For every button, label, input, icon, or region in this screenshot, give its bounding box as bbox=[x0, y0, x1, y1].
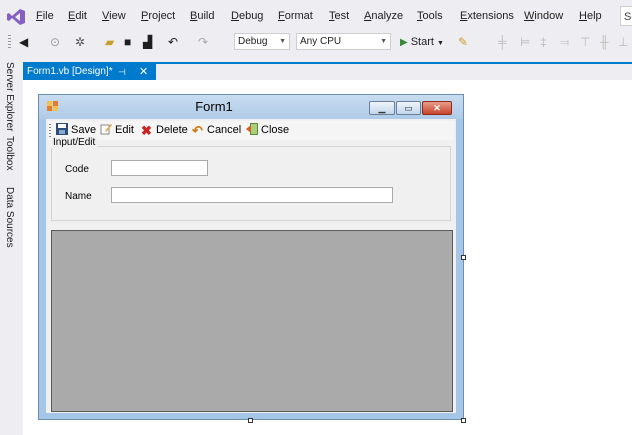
platform-value: Any CPU bbox=[300, 36, 342, 47]
code-label: Code bbox=[65, 164, 89, 175]
configuration-dropdown[interactable]: Debug ▼ bbox=[234, 33, 290, 50]
maximize-button[interactable]: ▭ bbox=[396, 101, 421, 115]
delete-icon: ✖ bbox=[141, 123, 152, 138]
code-input[interactable] bbox=[111, 160, 208, 176]
close-window-button[interactable]: ✕ bbox=[422, 101, 452, 115]
minimize-button[interactable]: ▁ bbox=[369, 101, 395, 115]
align-top-icon[interactable]: ⊤ bbox=[580, 34, 590, 50]
align-right-icon[interactable]: ⫤ bbox=[560, 34, 569, 50]
menu-analyze[interactable]: Analyze bbox=[364, 10, 403, 22]
search-box[interactable]: Se bbox=[620, 6, 632, 26]
start-label: Start bbox=[410, 36, 434, 48]
save-icon[interactable]: ■ bbox=[124, 34, 131, 50]
edit-icon bbox=[100, 124, 112, 135]
menu-bar: File Edit View Project Build Debug Forma… bbox=[0, 0, 632, 32]
open-folder-icon[interactable]: ▰ bbox=[105, 34, 114, 50]
close-label: Close bbox=[261, 124, 290, 136]
cancel-label: Cancel bbox=[207, 124, 242, 136]
menu-project[interactable]: Project bbox=[141, 10, 175, 22]
forward-icon[interactable]: ⊙ bbox=[50, 34, 60, 50]
align-center-icon[interactable]: ‡ bbox=[540, 34, 547, 50]
standard-toolbar: ◀ ⊙ ✲ ▰ ■ ▟ ↶ ↷ Debug ▼ Any CPU ▼ ▶ Start… bbox=[0, 32, 632, 52]
resize-handle-right[interactable] bbox=[461, 255, 466, 260]
menu-test[interactable]: Test bbox=[329, 10, 349, 22]
save-all-icon[interactable]: ▟ bbox=[143, 34, 152, 50]
menu-extensions[interactable]: Extensions bbox=[460, 10, 514, 22]
visual-studio-logo-icon bbox=[7, 9, 25, 25]
name-input[interactable] bbox=[111, 187, 393, 203]
name-label: Name bbox=[65, 191, 92, 202]
resize-handle-corner[interactable] bbox=[461, 418, 466, 423]
edit-button[interactable]: Edit bbox=[100, 123, 134, 138]
close-button[interactable]: Close bbox=[246, 123, 289, 138]
side-tool-tabs: Server Explorer Toolbox Data Sources bbox=[0, 60, 22, 435]
menu-help[interactable]: Help bbox=[579, 10, 602, 22]
groupbox-title: Input/Edit bbox=[51, 137, 98, 148]
menu-file[interactable]: File bbox=[36, 10, 54, 22]
menu-format[interactable]: Format bbox=[278, 10, 313, 22]
cancel-button[interactable]: ↶ Cancel bbox=[192, 123, 241, 138]
new-project-icon[interactable]: ✲ bbox=[75, 34, 85, 50]
align-left-icon[interactable]: ⊨ bbox=[520, 34, 530, 50]
form-title: Form1 bbox=[195, 99, 233, 114]
menu-tools[interactable]: Tools bbox=[417, 10, 443, 22]
chevron-down-icon: ▼ bbox=[436, 40, 444, 47]
menu-build[interactable]: Build bbox=[190, 10, 214, 22]
save-button[interactable]: Save bbox=[56, 123, 96, 138]
configuration-value: Debug bbox=[238, 36, 268, 47]
exit-icon bbox=[246, 123, 258, 135]
resize-handle-bottom[interactable] bbox=[248, 418, 253, 423]
menu-view[interactable]: View bbox=[102, 10, 126, 22]
play-icon: ▶ bbox=[400, 37, 408, 48]
close-tab-icon[interactable]: ✕ bbox=[139, 64, 148, 80]
form1-window[interactable]: Form1 ▁ ▭ ✕ Save Edit ✖ Delete ↶ Cancel Cl… bbox=[38, 94, 464, 420]
save-label: Save bbox=[71, 124, 97, 136]
undo-arrow-icon: ↶ bbox=[192, 123, 203, 138]
align-bottom-icon[interactable]: ⊥ bbox=[618, 34, 628, 50]
form-client-area: Save Edit ✖ Delete ↶ Cancel Close Input/Ed… bbox=[46, 119, 456, 413]
menu-debug[interactable]: Debug bbox=[231, 10, 263, 22]
redo-icon[interactable]: ↷ bbox=[198, 34, 208, 50]
align-middle-icon[interactable]: ╫ bbox=[600, 34, 609, 50]
hot-reload-icon[interactable]: ✎ bbox=[458, 34, 468, 50]
menu-window[interactable]: Window bbox=[524, 10, 563, 22]
chevron-down-icon: ▼ bbox=[380, 38, 387, 45]
delete-button[interactable]: ✖ Delete bbox=[141, 123, 188, 138]
data-sources-tab[interactable]: Data Sources bbox=[4, 187, 15, 248]
align-icon[interactable]: ╪ bbox=[498, 34, 507, 50]
server-explorer-tab[interactable]: Server Explorer bbox=[4, 62, 15, 131]
toolstrip-grip bbox=[49, 124, 51, 137]
save-icon bbox=[56, 123, 68, 135]
undo-icon[interactable]: ↶ bbox=[168, 34, 178, 50]
back-icon[interactable]: ◀ bbox=[19, 34, 28, 50]
delete-label: Delete bbox=[156, 124, 188, 136]
toolbar-grip[interactable] bbox=[8, 35, 11, 49]
platform-dropdown[interactable]: Any CPU ▼ bbox=[296, 33, 391, 50]
edit-label: Edit bbox=[115, 124, 134, 136]
document-tab-form1-design[interactable]: Form1.vb [Design]* ⊣ ✕ bbox=[23, 64, 156, 80]
toolbox-tab[interactable]: Toolbox bbox=[4, 136, 15, 170]
menu-edit[interactable]: Edit bbox=[68, 10, 87, 22]
start-button[interactable]: ▶ Start ▼ bbox=[400, 34, 444, 52]
document-tab-title: Form1.vb [Design]* bbox=[27, 66, 113, 77]
chevron-down-icon: ▼ bbox=[279, 38, 286, 45]
form-toolstrip: Save Edit ✖ Delete ↶ Cancel Close bbox=[48, 121, 454, 140]
data-grid-view[interactable] bbox=[51, 230, 453, 412]
input-edit-groupbox bbox=[51, 146, 451, 221]
form-titlebar: Form1 ▁ ▭ ✕ bbox=[39, 95, 463, 119]
pin-icon[interactable]: ⊣ bbox=[118, 64, 126, 80]
